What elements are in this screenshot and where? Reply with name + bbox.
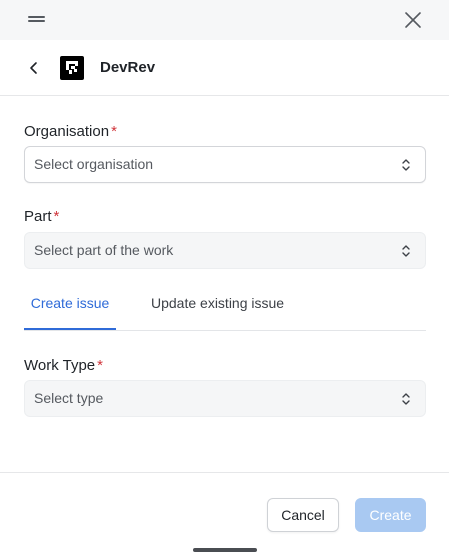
chevron-updown-icon [402,159,410,171]
organisation-select[interactable]: Select organisation [24,146,426,183]
part-select-placeholder: Select part of the work [34,242,174,258]
work-type-select-placeholder: Select type [34,390,104,406]
chevron-left-icon[interactable] [26,60,42,76]
issue-mode-tabs: Create issue Update existing issue [24,283,426,331]
part-label: Part * [24,208,59,226]
devrev-logo-icon [60,56,84,80]
chevron-updown-icon [402,393,410,405]
organisation-label-text: Organisation [24,123,110,140]
organisation-label: Organisation * [24,123,117,141]
app-header: DevRev [0,40,449,96]
close-icon[interactable] [404,11,422,29]
tab-update-existing-issue[interactable]: Update existing issue [151,283,284,330]
create-button[interactable]: Create [355,498,426,532]
part-label-text: Part [24,208,52,225]
drag-handle-icon[interactable] [28,14,45,24]
footer-divider [0,472,449,473]
cancel-button[interactable]: Cancel [267,498,339,532]
app-name: DevRev [100,59,156,76]
work-type-select[interactable]: Select type [24,380,426,417]
issue-form-panel: DevRev Organisation * Select organisation… [0,0,449,555]
window-top-bar [0,0,449,40]
part-select[interactable]: Select part of the work [24,232,426,269]
tab-create-issue[interactable]: Create issue [24,283,116,330]
work-type-label-text: Work Type [24,357,96,374]
required-marker: * [97,357,103,374]
required-marker: * [53,208,60,225]
chevron-updown-icon [402,245,410,257]
required-marker: * [111,123,117,140]
organisation-select-placeholder: Select organisation [34,156,154,172]
home-indicator [193,548,257,552]
work-type-label: Work Type * [24,357,103,375]
